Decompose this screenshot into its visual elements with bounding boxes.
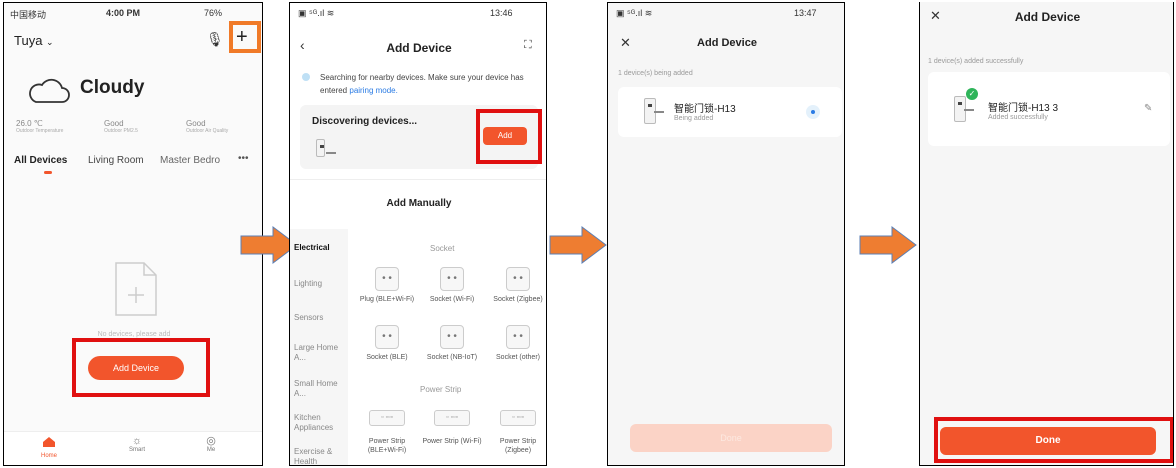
scan-icon[interactable]: ⛶ [524, 39, 532, 52]
socket-icon[interactable]: • • [506, 325, 530, 349]
phone-screen-adding: ▣ ⁵ᴳ.ıl ≋ 13:47 ✕ Add Device 1 device(s)… [607, 2, 845, 466]
category-lighting[interactable]: Lighting [294, 279, 322, 289]
phone-screen-success: ✕ Add Device 1 device(s) added successfu… [919, 2, 1174, 466]
signal-icon: ▣ ⁵ᴳ.ıl ≋ [616, 8, 653, 18]
socket-nbiot-label: Socket (NB-IoT) [426, 354, 478, 361]
add-device-highlight-box [72, 338, 210, 397]
tutorial-stage: 中国移动 4:00 PM 76% Tuya ⌄ 🎙 + Cloudy 26.0 … [0, 0, 1176, 468]
power-strip-section-label: Power Strip [420, 385, 462, 394]
divider [290, 179, 546, 180]
chevron-down-icon: ⌄ [46, 37, 54, 47]
phone-screen-home: 中国移动 4:00 PM 76% Tuya ⌄ 🎙 + Cloudy 26.0 … [3, 2, 263, 466]
weather-label: Cloudy [80, 77, 145, 98]
power-strip-wifi-label: Power Strip (Wi-Fi) [422, 438, 482, 445]
cloud-icon [29, 78, 70, 103]
device-status: Being added [674, 115, 714, 122]
power-strip-icon[interactable]: ▫ ▫▫▫ [434, 410, 470, 426]
power-strip-ble-wifi-label: Power Strip (BLE+Wi-Fi) [367, 438, 407, 454]
empty-state-text: No devices, please add [97, 331, 171, 338]
tab-all-devices[interactable]: All Devices [14, 155, 67, 166]
stat-air-quality: Good Outdoor Air Quality [186, 119, 229, 134]
carrier-label: 中国移动 [10, 10, 47, 20]
category-exercise[interactable]: Exercise & Health [294, 447, 342, 465]
socket-icon[interactable]: • • [440, 267, 464, 291]
active-tab-indicator [44, 171, 52, 174]
status-time: 13:46 [490, 8, 513, 18]
signal-icon: ▣ ⁵ᴳ.ıl ≋ [298, 8, 335, 18]
power-strip-icon[interactable]: ▫ ▫▫▫ [500, 410, 536, 426]
device-status: Added successfully [988, 114, 1048, 121]
stat-temperature: 26.0 ℃ Outdoor Temperature [16, 119, 64, 134]
socket-icon[interactable]: • • [506, 267, 530, 291]
page-title: Add Device [1014, 10, 1081, 24]
category-electrical[interactable]: Electrical [294, 243, 330, 253]
page-title: Add Device [386, 41, 452, 55]
socket-icon[interactable]: • • [375, 325, 399, 349]
category-kitchen[interactable]: Kitchen Appliances [294, 413, 346, 433]
status-bar: ▣ ⁵ᴳ.ıl ≋ 13:47 [608, 3, 844, 25]
plus-highlight-box [229, 21, 261, 53]
done-button-disabled[interactable]: Done [630, 424, 832, 452]
status-bar: ▣ ⁵ᴳ.ıl ≋ 13:46 [290, 3, 546, 25]
category-large-home[interactable]: Large Home A... [294, 343, 342, 363]
discovering-title: Discovering devices... [312, 116, 418, 127]
more-icon[interactable]: ••• [238, 153, 249, 164]
power-strip-zigbee-label: Power Strip (Zigbee) [499, 438, 537, 454]
done-highlight-box [934, 417, 1173, 463]
loading-spinner-icon [806, 105, 820, 119]
tab-living-room[interactable]: Living Room [88, 155, 144, 166]
microphone-icon[interactable]: 🎙 [206, 31, 224, 48]
power-strip-icon[interactable]: ▫ ▫▫▫ [369, 410, 405, 426]
empty-file-icon [115, 262, 157, 316]
user-icon: ◎ [206, 435, 216, 447]
nav-me[interactable]: ◎ Me [200, 435, 222, 453]
socket-wifi-label: Socket (Wi-Fi) [429, 296, 475, 303]
plug-ble-wifi-label: Plug (BLE+Wi-Fi) [359, 296, 415, 303]
nav-home[interactable]: Home [38, 435, 60, 459]
edit-pencil-icon[interactable]: ✎ [1144, 103, 1152, 114]
device-name: 智能门锁-H13 [674, 104, 736, 115]
nav-smart[interactable]: ☼ Smart [126, 435, 148, 453]
stat-pm25: Good Outdoor PM2.5 [104, 119, 138, 134]
battery-label: 76% [204, 8, 223, 18]
status-time: 4:00 PM [106, 8, 141, 18]
plug-icon[interactable]: • • [375, 267, 399, 291]
socket-zigbee-label: Socket (Zigbee) [493, 296, 543, 303]
phone-screen-search: ▣ ⁵ᴳ.ıl ≋ 13:46 ‹ Add Device ⛶ Searching… [289, 2, 547, 466]
add-manually-title: Add Manually [386, 198, 452, 209]
arrow-right-icon [859, 226, 917, 264]
adding-count-text: 1 device(s) being added [618, 70, 693, 77]
socket-icon[interactable]: • • [440, 325, 464, 349]
tab-master-bedroom[interactable]: Master Bedro [160, 155, 226, 166]
page-title: Add Device [697, 37, 757, 49]
arrow-right-icon [549, 226, 607, 264]
status-bar: 中国移动 4:00 PM 76% [4, 3, 262, 25]
socket-ble-label: Socket (BLE) [366, 354, 408, 361]
home-icon [43, 437, 55, 447]
pairing-mode-link[interactable]: pairing mode. [349, 86, 397, 95]
category-small-home[interactable]: Small Home A... [294, 379, 342, 399]
device-name: 智能门锁-H13 3 [988, 103, 1059, 114]
door-lock-icon [644, 98, 664, 124]
socket-section-label: Socket [430, 244, 455, 253]
search-info-text: Searching for nearby devices. Make sure … [320, 73, 524, 95]
loading-dot-icon [302, 73, 310, 81]
success-check-icon: ✓ [966, 88, 978, 100]
home-name: Tuya [14, 33, 43, 48]
home-selector[interactable]: Tuya ⌄ [14, 33, 54, 48]
sun-icon: ☼ [131, 435, 143, 447]
door-lock-icon [316, 139, 336, 157]
door-lock-icon [954, 96, 974, 122]
added-count-text: 1 device(s) added successfully [928, 58, 1024, 65]
socket-other-label: Socket (other) [496, 354, 540, 361]
add-highlight-box [476, 109, 542, 164]
status-time: 13:47 [794, 8, 817, 18]
category-sensors[interactable]: Sensors [294, 313, 323, 323]
